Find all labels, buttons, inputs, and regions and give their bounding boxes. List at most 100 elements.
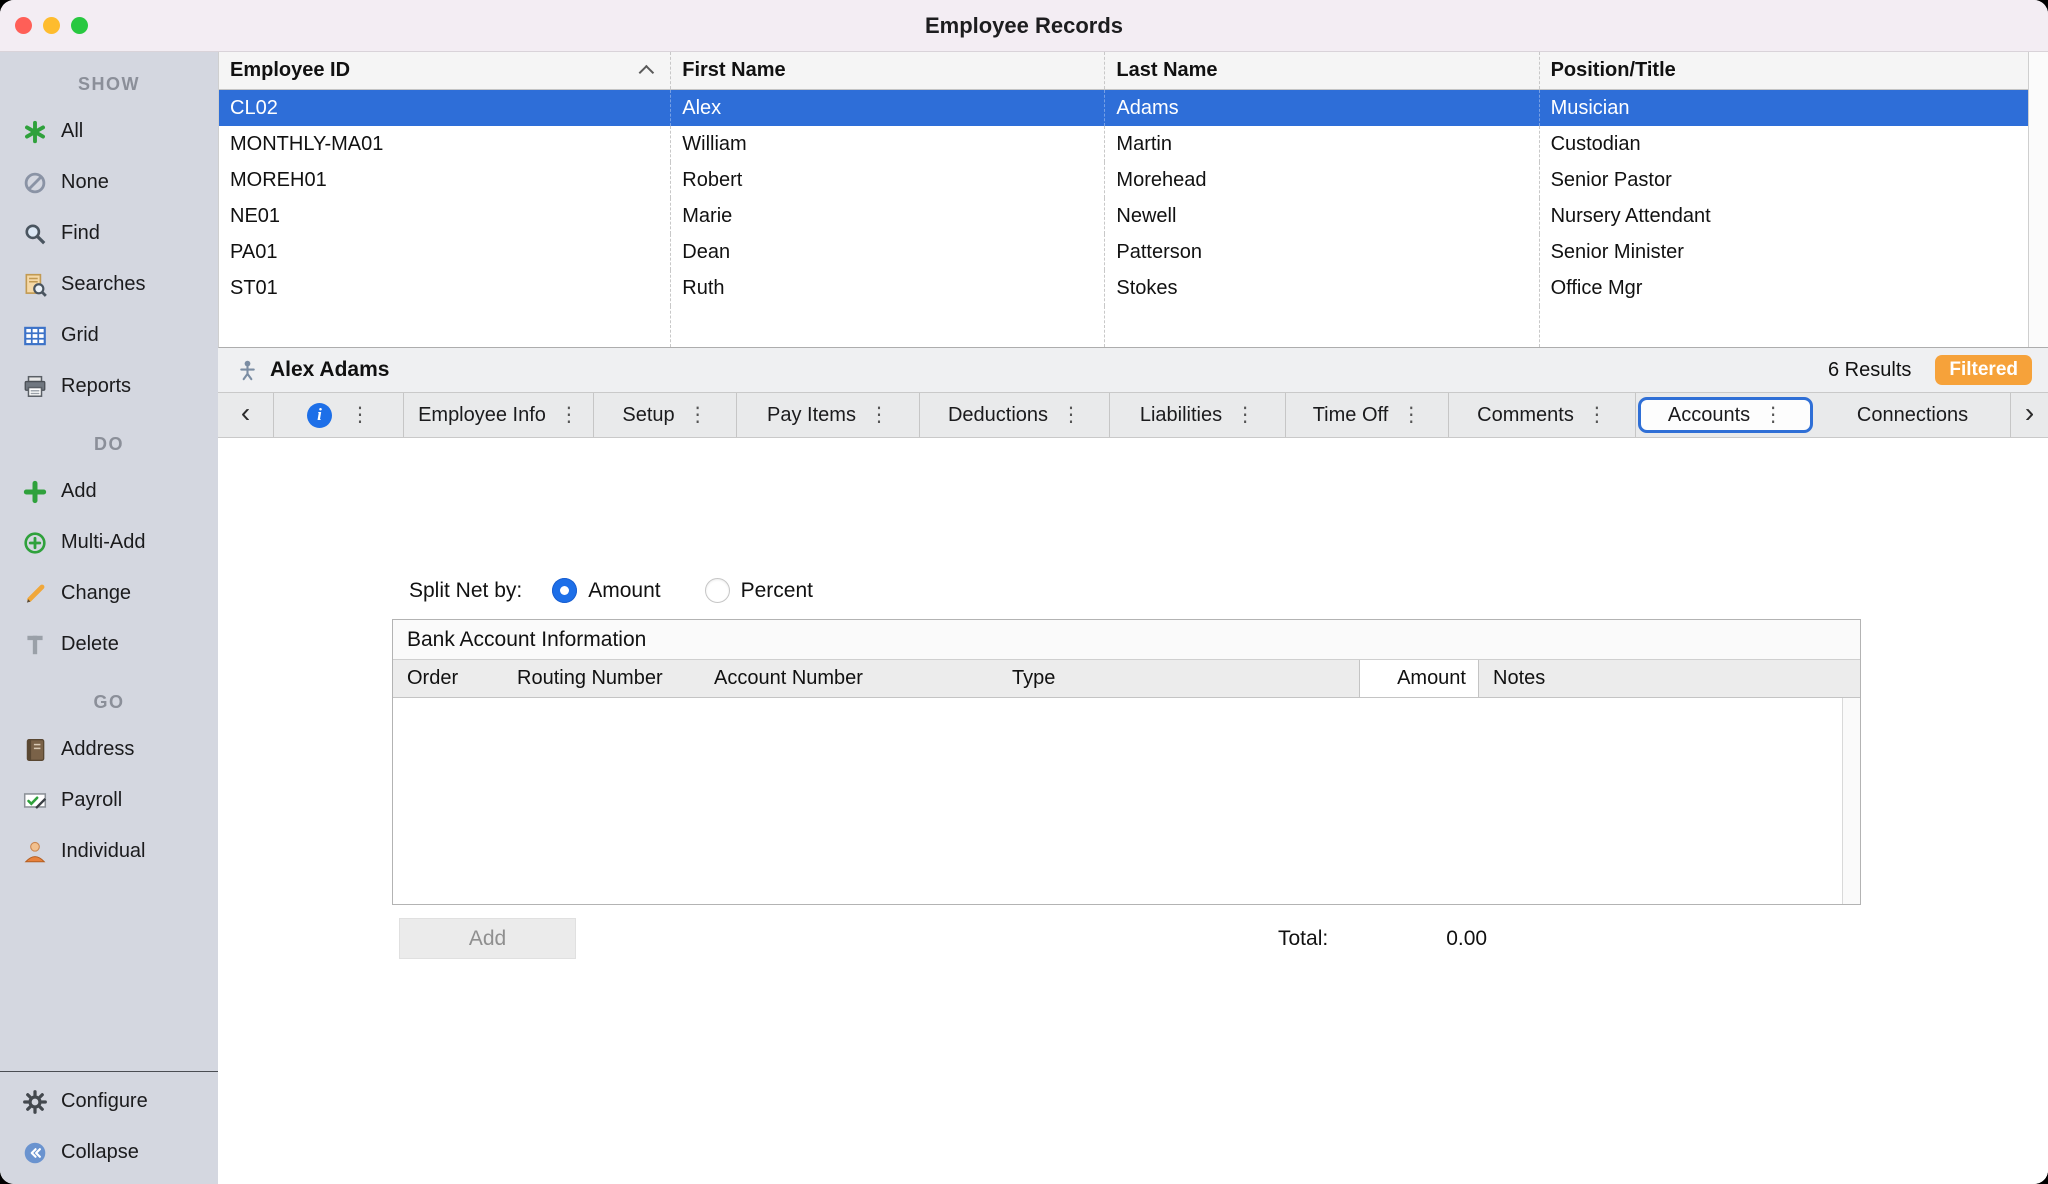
sidebar-item-configure[interactable]: Configure bbox=[0, 1076, 218, 1127]
accounts-panel: Split Net by: Amount Percent Bank Accou bbox=[218, 438, 2048, 1184]
sidebar-item-individual[interactable]: Individual bbox=[0, 826, 218, 877]
radio-label: Amount bbox=[588, 579, 660, 603]
radio-option-percent[interactable]: Percent bbox=[705, 578, 813, 603]
radio-unselected-icon[interactable] bbox=[705, 578, 730, 603]
vertical-scrollbar[interactable] bbox=[1842, 698, 1860, 904]
sidebar-item-label: Change bbox=[61, 582, 131, 605]
chevron-right-icon: › bbox=[2025, 399, 2034, 431]
tab-label: Time Off bbox=[1313, 404, 1389, 427]
tab-accounts-selected[interactable]: Accounts ⋮ bbox=[1638, 397, 1813, 433]
column-header-amount[interactable]: Amount bbox=[1359, 660, 1479, 697]
employee-row[interactable]: MOREH01 Robert Morehead Senior Pastor bbox=[219, 162, 2028, 198]
tab-label: Connections bbox=[1857, 404, 1968, 427]
position-cell: Nursery Attendant bbox=[1540, 198, 2028, 234]
kebab-menu-icon[interactable]: ⋮ bbox=[1401, 405, 1421, 425]
first-name-cell: Dean bbox=[671, 234, 1105, 270]
tab-label: Deductions bbox=[948, 404, 1048, 427]
tab-deductions[interactable]: Deductions ⋮ bbox=[920, 393, 1110, 437]
radio-option-amount[interactable]: Amount bbox=[552, 578, 660, 603]
record-tab-bar: ‹ i ⋮ Employee Info ⋮ Setup ⋮ Pay Items … bbox=[218, 392, 2048, 438]
tab-label: Accounts bbox=[1668, 404, 1750, 427]
sidebar-item-all[interactable]: All bbox=[0, 106, 218, 157]
radio-selected-icon[interactable] bbox=[552, 578, 577, 603]
sidebar-item-reports[interactable]: Reports bbox=[0, 361, 218, 412]
employee-id-cell: MOREH01 bbox=[219, 162, 671, 198]
column-header-order[interactable]: Order bbox=[393, 660, 503, 697]
column-header-account-number[interactable]: Account Number bbox=[700, 660, 998, 697]
tab-employee-info[interactable]: Employee Info ⋮ bbox=[404, 393, 594, 437]
kebab-menu-icon[interactable]: ⋮ bbox=[869, 405, 889, 425]
info-icon: i bbox=[307, 403, 332, 428]
close-window-button[interactable] bbox=[15, 17, 32, 34]
column-header-label: Last Name bbox=[1116, 59, 1217, 82]
tab-label: Setup bbox=[622, 404, 674, 427]
employee-id-cell: MONTHLY-MA01 bbox=[219, 126, 671, 162]
sidebar-item-address[interactable]: Address bbox=[0, 724, 218, 775]
sidebar-item-label: Multi-Add bbox=[61, 531, 145, 554]
employee-row[interactable]: NE01 Marie Newell Nursery Attendant bbox=[219, 198, 2028, 234]
sidebar-item-collapse[interactable]: Collapse bbox=[0, 1127, 218, 1178]
kebab-menu-icon[interactable]: ⋮ bbox=[1587, 405, 1607, 425]
first-name-cell: William bbox=[671, 126, 1105, 162]
column-header-first-name[interactable]: First Name bbox=[671, 52, 1105, 89]
search-icon bbox=[22, 221, 48, 247]
zoom-window-button[interactable] bbox=[71, 17, 88, 34]
employee-row[interactable]: ST01 Ruth Stokes Office Mgr bbox=[219, 270, 2028, 306]
sidebar-item-delete[interactable]: Delete bbox=[0, 619, 218, 670]
column-header-notes[interactable]: Notes bbox=[1479, 660, 1860, 697]
kebab-menu-icon[interactable]: ⋮ bbox=[1235, 405, 1255, 425]
kebab-menu-icon[interactable]: ⋮ bbox=[1763, 405, 1783, 425]
sidebar-item-find[interactable]: Find bbox=[0, 208, 218, 259]
column-header-type[interactable]: Type bbox=[998, 660, 1359, 697]
plus-icon bbox=[22, 479, 48, 505]
minimize-window-button[interactable] bbox=[43, 17, 60, 34]
sidebar-item-none[interactable]: None bbox=[0, 157, 218, 208]
employee-table-header: Employee ID First Name Last Name Positio… bbox=[219, 52, 2028, 90]
sidebar-item-searches[interactable]: Searches bbox=[0, 259, 218, 310]
kebab-menu-icon[interactable]: ⋮ bbox=[1061, 405, 1081, 425]
column-header-last-name[interactable]: Last Name bbox=[1105, 52, 1539, 89]
column-header-position[interactable]: Position/Title bbox=[1540, 52, 2028, 89]
gear-icon bbox=[22, 1089, 48, 1115]
chevron-left-icon: ‹ bbox=[241, 399, 250, 431]
figure-icon bbox=[234, 357, 260, 383]
employee-row[interactable]: PA01 Dean Patterson Senior Minister bbox=[219, 234, 2028, 270]
tab-pay-items[interactable]: Pay Items ⋮ bbox=[737, 393, 920, 437]
employee-row[interactable]: MONTHLY-MA01 William Martin Custodian bbox=[219, 126, 2028, 162]
last-name-cell: Morehead bbox=[1105, 162, 1539, 198]
circle-plus-icon bbox=[22, 530, 48, 556]
empty-cell bbox=[1105, 306, 1539, 347]
tab-connections[interactable]: Connections bbox=[1815, 393, 2010, 437]
sidebar-item-grid[interactable]: Grid bbox=[0, 310, 218, 361]
total-value: 0.00 bbox=[1446, 927, 1487, 951]
sidebar-item-payroll[interactable]: Payroll bbox=[0, 775, 218, 826]
asterisk-icon bbox=[22, 119, 48, 145]
tab-time-off[interactable]: Time Off ⋮ bbox=[1286, 393, 1449, 437]
tab-info[interactable]: i ⋮ bbox=[274, 393, 404, 437]
sidebar-item-multi-add[interactable]: Multi-Add bbox=[0, 517, 218, 568]
tab-label: Employee Info bbox=[418, 404, 546, 427]
kebab-menu-icon[interactable]: ⋮ bbox=[688, 405, 708, 425]
tab-setup[interactable]: Setup ⋮ bbox=[594, 393, 737, 437]
column-header-employee-id[interactable]: Employee ID bbox=[219, 52, 671, 89]
column-header-routing-number[interactable]: Routing Number bbox=[503, 660, 700, 697]
tab-scroll-right-button[interactable]: › bbox=[2010, 393, 2048, 437]
record-header-bar: Alex Adams 6 Results Filtered bbox=[218, 348, 2048, 392]
tab-scroll-left-button[interactable]: ‹ bbox=[218, 393, 274, 437]
sidebar-item-change[interactable]: Change bbox=[0, 568, 218, 619]
employee-row-selected[interactable]: CL02 Alex Adams Musician bbox=[219, 90, 2028, 126]
selected-record-name: Alex Adams bbox=[270, 358, 389, 382]
title-bar: Employee Records bbox=[0, 0, 2048, 52]
sidebar-item-add[interactable]: Add bbox=[0, 466, 218, 517]
add-account-button[interactable]: Add bbox=[399, 918, 576, 959]
kebab-menu-icon[interactable]: ⋮ bbox=[350, 405, 370, 425]
employee-id-cell: ST01 bbox=[219, 270, 671, 306]
tab-comments[interactable]: Comments ⋮ bbox=[1449, 393, 1636, 437]
sidebar-item-label: Individual bbox=[61, 840, 146, 863]
filtered-badge[interactable]: Filtered bbox=[1935, 355, 2032, 385]
last-name-cell: Stokes bbox=[1105, 270, 1539, 306]
kebab-menu-icon[interactable]: ⋮ bbox=[559, 405, 579, 425]
bank-table-body bbox=[393, 698, 1860, 904]
vertical-scrollbar[interactable] bbox=[2028, 52, 2048, 347]
tab-liabilities[interactable]: Liabilities ⋮ bbox=[1110, 393, 1286, 437]
